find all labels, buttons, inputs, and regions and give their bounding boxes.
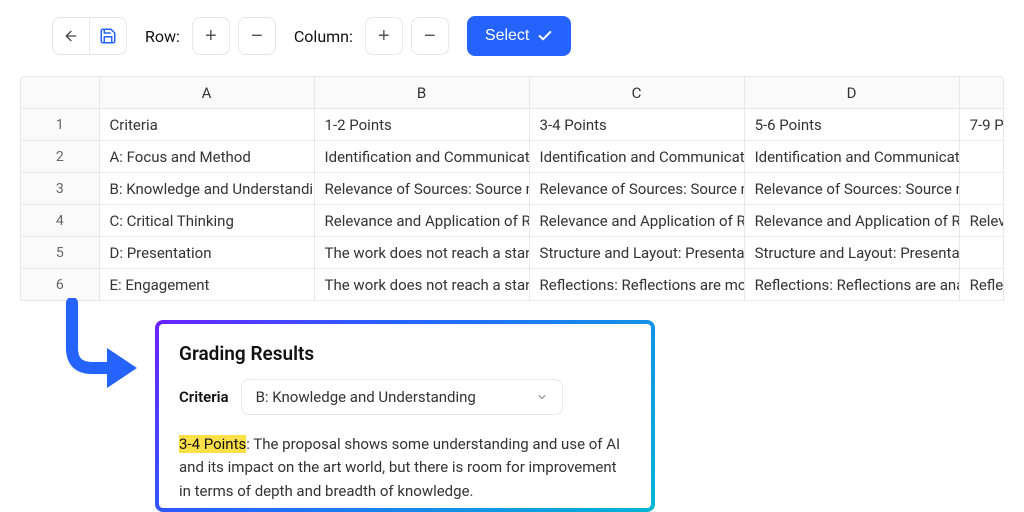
- criteria-row: Criteria B: Knowledge and Understanding: [179, 379, 631, 415]
- cell[interactable]: 4: [21, 205, 100, 236]
- criteria-label: Criteria: [179, 388, 229, 406]
- table-row: 2A: Focus and MethodIdentification and C…: [21, 141, 1003, 173]
- flow-arrow-icon: [52, 298, 142, 402]
- cell[interactable]: Relevance of Sources: Source mat: [315, 173, 530, 204]
- criteria-dropdown[interactable]: B: Knowledge and Understanding: [241, 379, 563, 415]
- cell[interactable]: [960, 173, 1003, 204]
- save-icon: [99, 27, 117, 45]
- col-header-d[interactable]: D: [745, 77, 960, 108]
- cell[interactable]: 5: [21, 237, 100, 268]
- toolbar: Row: + − Column: + − Select: [0, 0, 1024, 68]
- points-highlight: 3-4 Points: [179, 435, 246, 453]
- select-button[interactable]: Select: [467, 16, 571, 56]
- row-remove-button[interactable]: −: [238, 17, 276, 55]
- cell[interactable]: 3-4 Points: [530, 109, 745, 140]
- cell[interactable]: 1-2 Points: [315, 109, 530, 140]
- col-header-a[interactable]: A: [100, 77, 315, 108]
- table-row: 6E: EngagementThe work does not reach a …: [21, 269, 1003, 300]
- check-icon: [537, 28, 553, 44]
- table-row: 3B: Knowledge and UnderstandingRelevance…: [21, 173, 1003, 205]
- cell[interactable]: 7-9 P: [960, 109, 1003, 140]
- col-header-b[interactable]: B: [315, 77, 530, 108]
- grading-results-panel: Grading Results Criteria B: Knowledge an…: [155, 320, 655, 512]
- cell[interactable]: Refle: [960, 269, 1003, 300]
- cell[interactable]: D: Presentation: [100, 237, 315, 268]
- spreadsheet[interactable]: A B C D 1Criteria1-2 Points3-4 Points5-6…: [20, 76, 1004, 301]
- cell[interactable]: 2: [21, 141, 100, 172]
- cell[interactable]: The work does not reach a standa: [315, 269, 530, 300]
- cell[interactable]: Relevance and Application of Rese: [315, 205, 530, 236]
- cell[interactable]: A: Focus and Method: [100, 141, 315, 172]
- cell[interactable]: C: Critical Thinking: [100, 205, 315, 236]
- cell[interactable]: The work does not reach a standa: [315, 237, 530, 268]
- cell[interactable]: 1: [21, 109, 100, 140]
- table-row: 4C: Critical ThinkingRelevance and Appli…: [21, 205, 1003, 237]
- cell[interactable]: [960, 141, 1003, 172]
- cell[interactable]: Identification and Communication:: [530, 141, 745, 172]
- chevron-down-icon: [536, 391, 548, 403]
- cell[interactable]: 5-6 Points: [745, 109, 960, 140]
- panel-title: Grading Results: [179, 342, 631, 365]
- cell[interactable]: Reflections: Reflections are mostly: [530, 269, 745, 300]
- result-text: 3-4 Points: The proposal shows some unde…: [179, 433, 631, 503]
- cell[interactable]: Identification and Communication:: [315, 141, 530, 172]
- cell[interactable]: Relev: [960, 205, 1003, 236]
- cell[interactable]: [960, 237, 1003, 268]
- select-button-label: Select: [485, 27, 529, 45]
- cell[interactable]: Identification and Communication:: [745, 141, 960, 172]
- row-add-button[interactable]: +: [192, 17, 230, 55]
- cell[interactable]: Reflections: Reflections are analyti: [745, 269, 960, 300]
- table-row: 5D: PresentationThe work does not reach …: [21, 237, 1003, 269]
- cell[interactable]: Relevance of Sources: Source mat: [530, 173, 745, 204]
- col-header-c[interactable]: C: [530, 77, 745, 108]
- cell[interactable]: Structure and Layout: Presentation: [745, 237, 960, 268]
- result-body: : The proposal shows some understanding …: [179, 435, 620, 500]
- arrow-left-icon: [63, 28, 79, 44]
- col-header[interactable]: [21, 77, 100, 108]
- table-row: 1Criteria1-2 Points3-4 Points5-6 Points7…: [21, 109, 1003, 141]
- col-remove-button[interactable]: −: [411, 17, 449, 55]
- cell[interactable]: 3: [21, 173, 100, 204]
- cell[interactable]: Criteria: [100, 109, 315, 140]
- row-label: Row:: [145, 27, 180, 46]
- cell[interactable]: Relevance and Application of Rese: [530, 205, 745, 236]
- cell[interactable]: B: Knowledge and Understanding: [100, 173, 315, 204]
- col-add-button[interactable]: +: [365, 17, 403, 55]
- col-header-e[interactable]: [960, 77, 1003, 108]
- cell[interactable]: Structure and Layout: Presentation: [530, 237, 745, 268]
- cell[interactable]: 6: [21, 269, 100, 300]
- back-button[interactable]: [52, 17, 90, 55]
- cell[interactable]: Relevance of Sources: Source mat: [745, 173, 960, 204]
- col-label: Column:: [294, 27, 353, 46]
- cell[interactable]: Relevance and Application of Rese: [745, 205, 960, 236]
- column-header-row: A B C D: [21, 77, 1003, 109]
- save-button[interactable]: [89, 17, 127, 55]
- dropdown-value: B: Knowledge and Understanding: [256, 388, 476, 406]
- cell[interactable]: E: Engagement: [100, 269, 315, 300]
